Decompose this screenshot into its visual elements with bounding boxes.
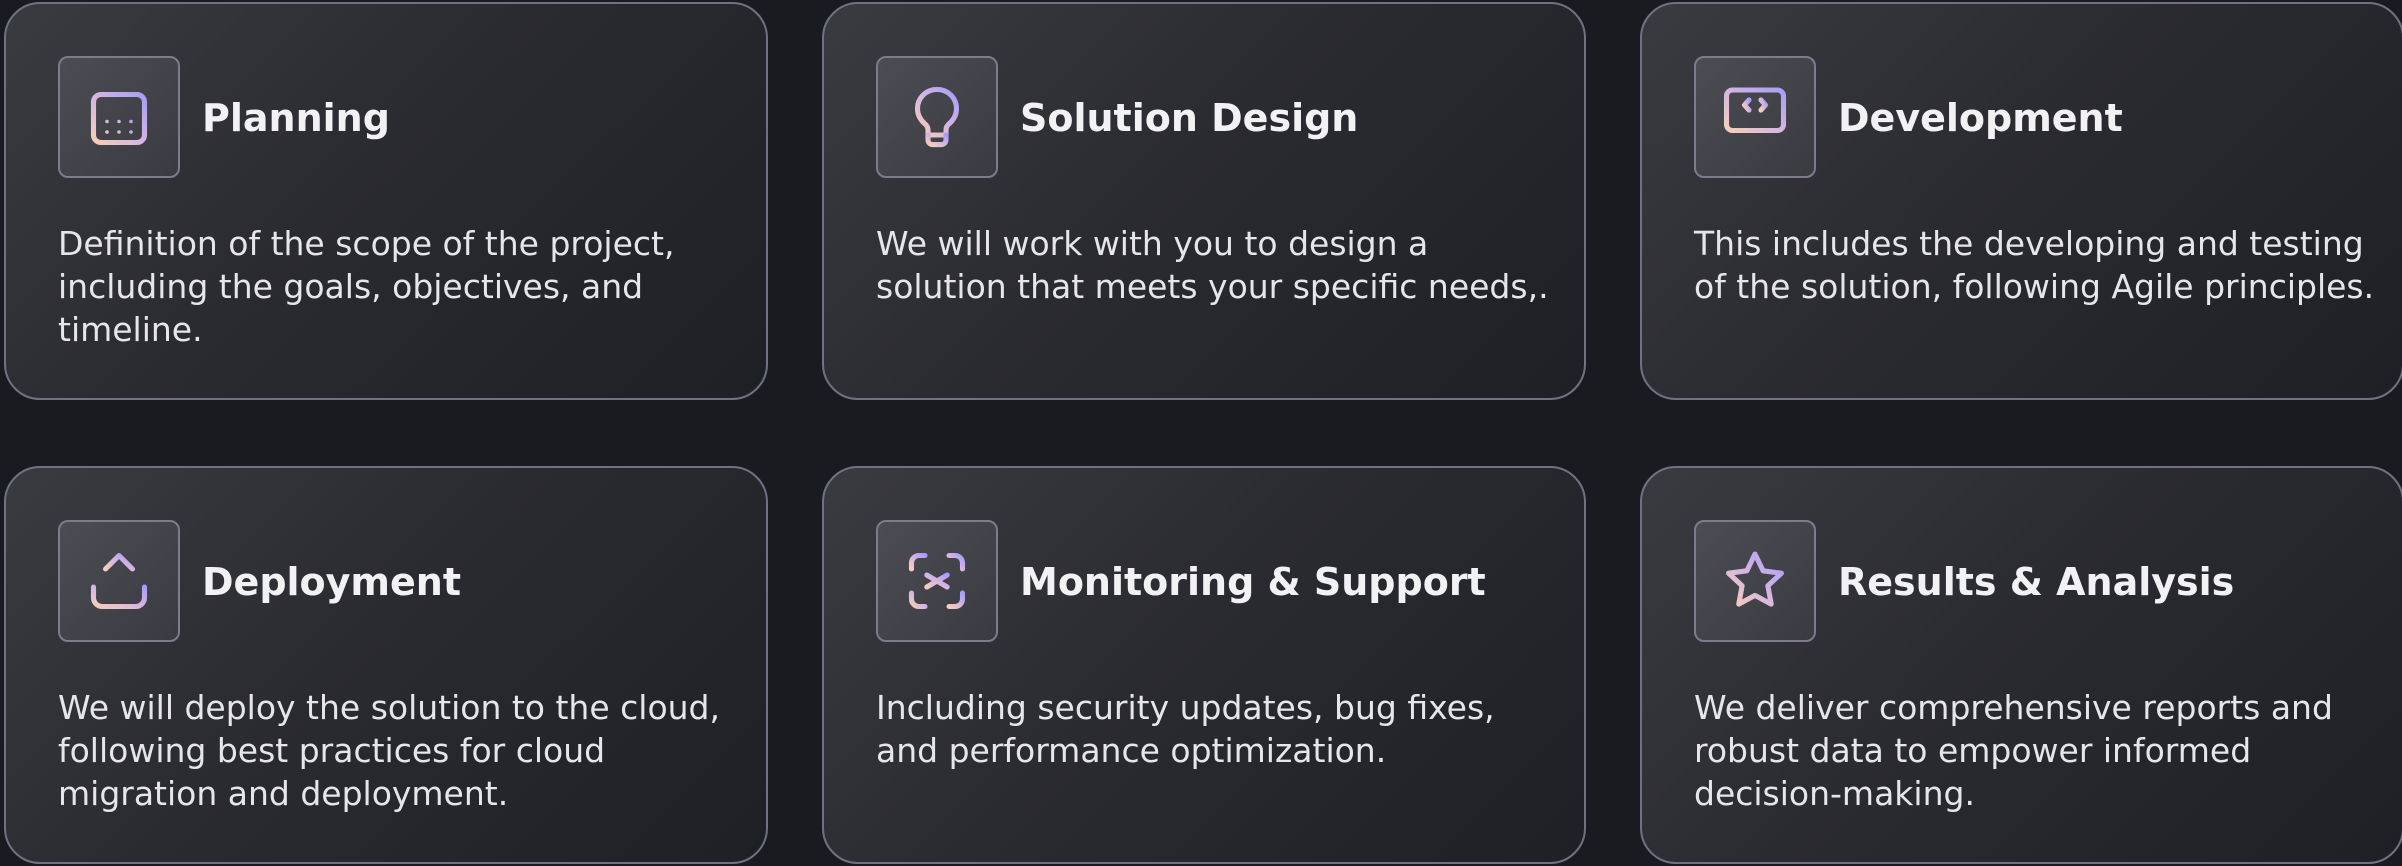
card-description: We will deploy the solution to the cloud…: [58, 688, 720, 813]
upload-icon: [90, 552, 148, 610]
card-description: This includes the developing and testing…: [1694, 224, 2375, 306]
card-planning: Planning Definition of the scope of the …: [4, 2, 768, 400]
focus-asterisk-icon: [908, 552, 966, 610]
card-development: Development This includes the developing…: [1640, 2, 2402, 400]
icon-box: [58, 520, 180, 642]
card-description: We deliver comprehensive reports and rob…: [1694, 688, 2333, 813]
card-title: Results & Analysis: [1838, 560, 2235, 604]
icon-box: [876, 520, 998, 642]
card-title: Deployment: [202, 560, 462, 604]
card-results-analysis: Results & Analysis We deliver comprehens…: [1640, 466, 2402, 864]
card-title: Planning: [202, 96, 390, 140]
card-title: Solution Design: [1020, 96, 1359, 140]
card-description: Definition of the scope of the project, …: [58, 224, 675, 349]
lightbulb-icon: [914, 86, 960, 148]
process-steps-grid: Planning Definition of the scope of the …: [0, 0, 2402, 866]
card-deployment: Deployment We will deploy the solution t…: [4, 466, 768, 864]
card-title: Development: [1838, 96, 2123, 140]
icon-box: [1694, 520, 1816, 642]
icon-box: [58, 56, 180, 178]
calendar-icon: [90, 85, 148, 146]
monitor-code-icon: [1723, 87, 1787, 146]
card-solution-design: Solution Design We will work with you to…: [822, 2, 1586, 400]
icon-box: [876, 56, 998, 178]
card-monitoring-support: Monitoring & Support Including security …: [822, 466, 1586, 864]
icon-box: [1694, 56, 1816, 178]
card-description: We will work with you to design a soluti…: [876, 224, 1549, 306]
card-description: Including security updates, bug fixes, a…: [876, 688, 1495, 770]
card-title: Monitoring & Support: [1020, 560, 1486, 604]
star-icon: [1726, 551, 1784, 607]
